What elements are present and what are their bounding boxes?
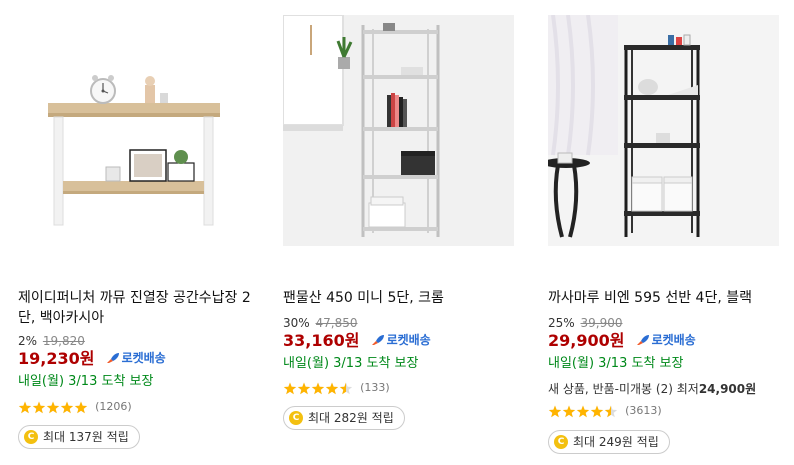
star-filled bbox=[46, 401, 60, 413]
coin-icon: C bbox=[24, 430, 38, 444]
review-count: (1206) bbox=[95, 399, 132, 413]
reward-badge: C 최대 137원 적립 bbox=[18, 425, 140, 449]
star-filled bbox=[548, 405, 562, 417]
rating-row: (1206) bbox=[18, 399, 132, 413]
star-filled bbox=[18, 401, 32, 413]
rocket-label: 로켓배송 bbox=[651, 333, 696, 347]
review-count: (3613) bbox=[625, 403, 662, 417]
used-offer-price: 24,900원 bbox=[698, 382, 757, 396]
reward-badge: C 최대 249원 적립 bbox=[548, 430, 670, 454]
rocket-icon bbox=[371, 335, 384, 345]
star-filled bbox=[74, 401, 88, 413]
original-price: 19,820 bbox=[42, 334, 85, 348]
product-image[interactable] bbox=[18, 15, 249, 246]
star-filled bbox=[590, 405, 604, 417]
stars-icon bbox=[548, 405, 618, 417]
used-offer-info[interactable]: 새 상품, 반품-미개봉 (2) 최저24,900원 bbox=[548, 382, 756, 396]
rocket-delivery-badge: 로켓배송 bbox=[636, 329, 696, 351]
product-image[interactable] bbox=[548, 15, 779, 246]
product-card-2[interactable]: 팬물산 450 미니 5단, 크롬 30% 47,850 33,160원 로켓배… bbox=[283, 0, 523, 465]
star-filled bbox=[562, 405, 576, 417]
star-filled bbox=[297, 382, 311, 394]
reward-text: 최대 249원 적립 bbox=[573, 435, 659, 449]
stars-icon bbox=[18, 401, 88, 413]
star-filled bbox=[325, 382, 339, 394]
black-shelf-4tier-image bbox=[548, 15, 779, 246]
star-rating bbox=[18, 400, 88, 414]
reward-text: 최대 137원 적립 bbox=[43, 430, 129, 444]
rating-row: (3613) bbox=[548, 403, 662, 417]
used-offer-label: 새 상품, 반품-미개봉 (2) 최저 bbox=[548, 382, 699, 396]
reward-badge: C 최대 282원 적립 bbox=[283, 406, 405, 430]
discount-info: 25% 39,900 bbox=[548, 316, 623, 330]
price-row: 29,900원 로켓배송 bbox=[548, 329, 696, 351]
rocket-icon bbox=[636, 335, 649, 345]
sale-price: 19,230원 bbox=[18, 349, 95, 368]
star-filled bbox=[311, 382, 325, 394]
rocket-label: 로켓배송 bbox=[386, 333, 431, 347]
rocket-delivery-badge: 로켓배송 bbox=[106, 347, 166, 369]
star-rating bbox=[548, 404, 618, 418]
discount-rate: 2% bbox=[18, 334, 38, 348]
discount-info: 2% 19,820 bbox=[18, 334, 85, 348]
stars-icon bbox=[283, 382, 353, 394]
product-card-1[interactable]: 제이디퍼니처 까뮤 진열장 공간수납장 2단, 백아카시아 2% 19,820 … bbox=[18, 0, 258, 465]
original-price: 39,900 bbox=[580, 316, 623, 330]
shelf-2tier-image bbox=[18, 15, 249, 246]
rating-row: (133) bbox=[283, 380, 390, 394]
product-card-3[interactable]: 까사마루 비엔 595 선반 4단, 블랙 25% 39,900 29,900원… bbox=[548, 0, 788, 465]
discount-rate: 30% bbox=[283, 316, 310, 330]
product-name[interactable]: 까사마루 비엔 595 선반 4단, 블랙 bbox=[548, 288, 793, 308]
original-price: 47,850 bbox=[315, 316, 358, 330]
price-row: 19,230원 로켓배송 bbox=[18, 347, 166, 369]
price-row: 33,160원 로켓배송 bbox=[283, 329, 431, 351]
discount-info: 30% 47,850 bbox=[283, 316, 358, 330]
star-filled bbox=[283, 382, 297, 394]
star-rating bbox=[283, 381, 353, 395]
discount-rate: 25% bbox=[548, 316, 575, 330]
reward-text: 최대 282원 적립 bbox=[308, 411, 394, 425]
coin-icon: C bbox=[554, 435, 568, 449]
sale-price: 29,900원 bbox=[548, 331, 625, 350]
delivery-info: 내일(월) 3/13 도착 보장 bbox=[283, 356, 419, 371]
coin-icon: C bbox=[289, 411, 303, 425]
star-filled bbox=[60, 401, 74, 413]
review-count: (133) bbox=[360, 380, 390, 394]
sale-price: 33,160원 bbox=[283, 331, 360, 350]
delivery-info: 내일(월) 3/13 도착 보장 bbox=[18, 374, 154, 389]
rocket-label: 로켓배송 bbox=[121, 351, 166, 365]
star-filled bbox=[576, 405, 590, 417]
rocket-delivery-badge: 로켓배송 bbox=[371, 329, 431, 351]
product-image[interactable] bbox=[283, 15, 514, 246]
product-name[interactable]: 팬물산 450 미니 5단, 크롬 bbox=[283, 288, 528, 308]
rocket-icon bbox=[106, 353, 119, 363]
product-name[interactable]: 제이디퍼니처 까뮤 진열장 공간수납장 2단, 백아카시아 bbox=[18, 288, 263, 328]
star-filled bbox=[32, 401, 46, 413]
delivery-info: 내일(월) 3/13 도착 보장 bbox=[548, 356, 684, 371]
wire-shelf-5tier-image bbox=[283, 15, 514, 246]
